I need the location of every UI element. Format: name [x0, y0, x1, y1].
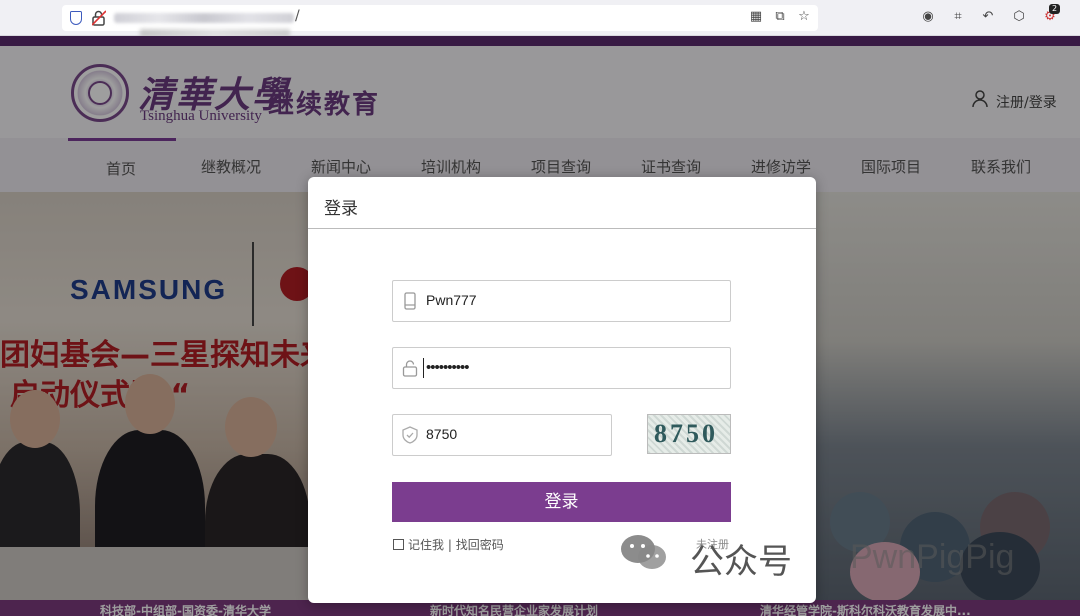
browser-toolbar: / ▦ ⧉ ☆ ◉ ⌗ ↶ ⬡ ⚙ 2	[0, 0, 1080, 38]
crop-icon[interactable]: ⌗	[950, 9, 966, 25]
qr-code-icon[interactable]: ▦	[748, 9, 764, 25]
modal-title: 登录	[324, 199, 358, 219]
lock-icon	[402, 360, 418, 377]
link-separator: |	[447, 538, 452, 552]
password-field[interactable]: ••••••••••	[392, 347, 731, 389]
remember-label[interactable]: 记住我	[408, 538, 444, 552]
username-field[interactable]: Pwn777	[392, 280, 731, 322]
extensions-icon[interactable]: ⬡	[1011, 9, 1027, 25]
shield-check-icon	[402, 426, 418, 444]
remember-checkbox[interactable]	[393, 539, 404, 550]
remember-row: 记住我 | 找回密码	[393, 536, 504, 553]
account-icon[interactable]: ◉	[920, 9, 936, 25]
url-text: /	[295, 8, 300, 24]
address-bar[interactable]: / ▦ ⧉ ☆	[62, 5, 818, 31]
forgot-password-link[interactable]: 找回密码	[456, 538, 504, 552]
captcha-field[interactable]: 8750	[392, 414, 612, 456]
bookmark-star-icon[interactable]: ☆	[796, 9, 812, 25]
captcha-image[interactable]: 8750	[647, 414, 731, 454]
text-caret	[423, 358, 424, 378]
phone-icon	[404, 292, 416, 310]
translate-icon[interactable]: ⧉	[772, 9, 788, 25]
captcha-image-text: 8750	[654, 419, 718, 448]
url-redacted	[114, 13, 294, 23]
modal-divider	[308, 228, 816, 229]
login-button[interactable]: 登录	[392, 482, 731, 522]
watermark-text: 公众号	[690, 542, 792, 582]
wechat-icon	[621, 535, 666, 569]
username-value: Pwn777	[426, 292, 477, 308]
watermark-brand: PwnPigPig	[850, 538, 1015, 576]
shield-icon[interactable]	[70, 11, 82, 25]
password-value: ••••••••••	[426, 359, 470, 376]
notification-badge: 2	[1049, 4, 1060, 14]
captcha-value: 8750	[426, 426, 458, 442]
insecure-lock-icon[interactable]	[92, 10, 106, 26]
back-arrow-icon[interactable]: ↶	[980, 9, 996, 25]
